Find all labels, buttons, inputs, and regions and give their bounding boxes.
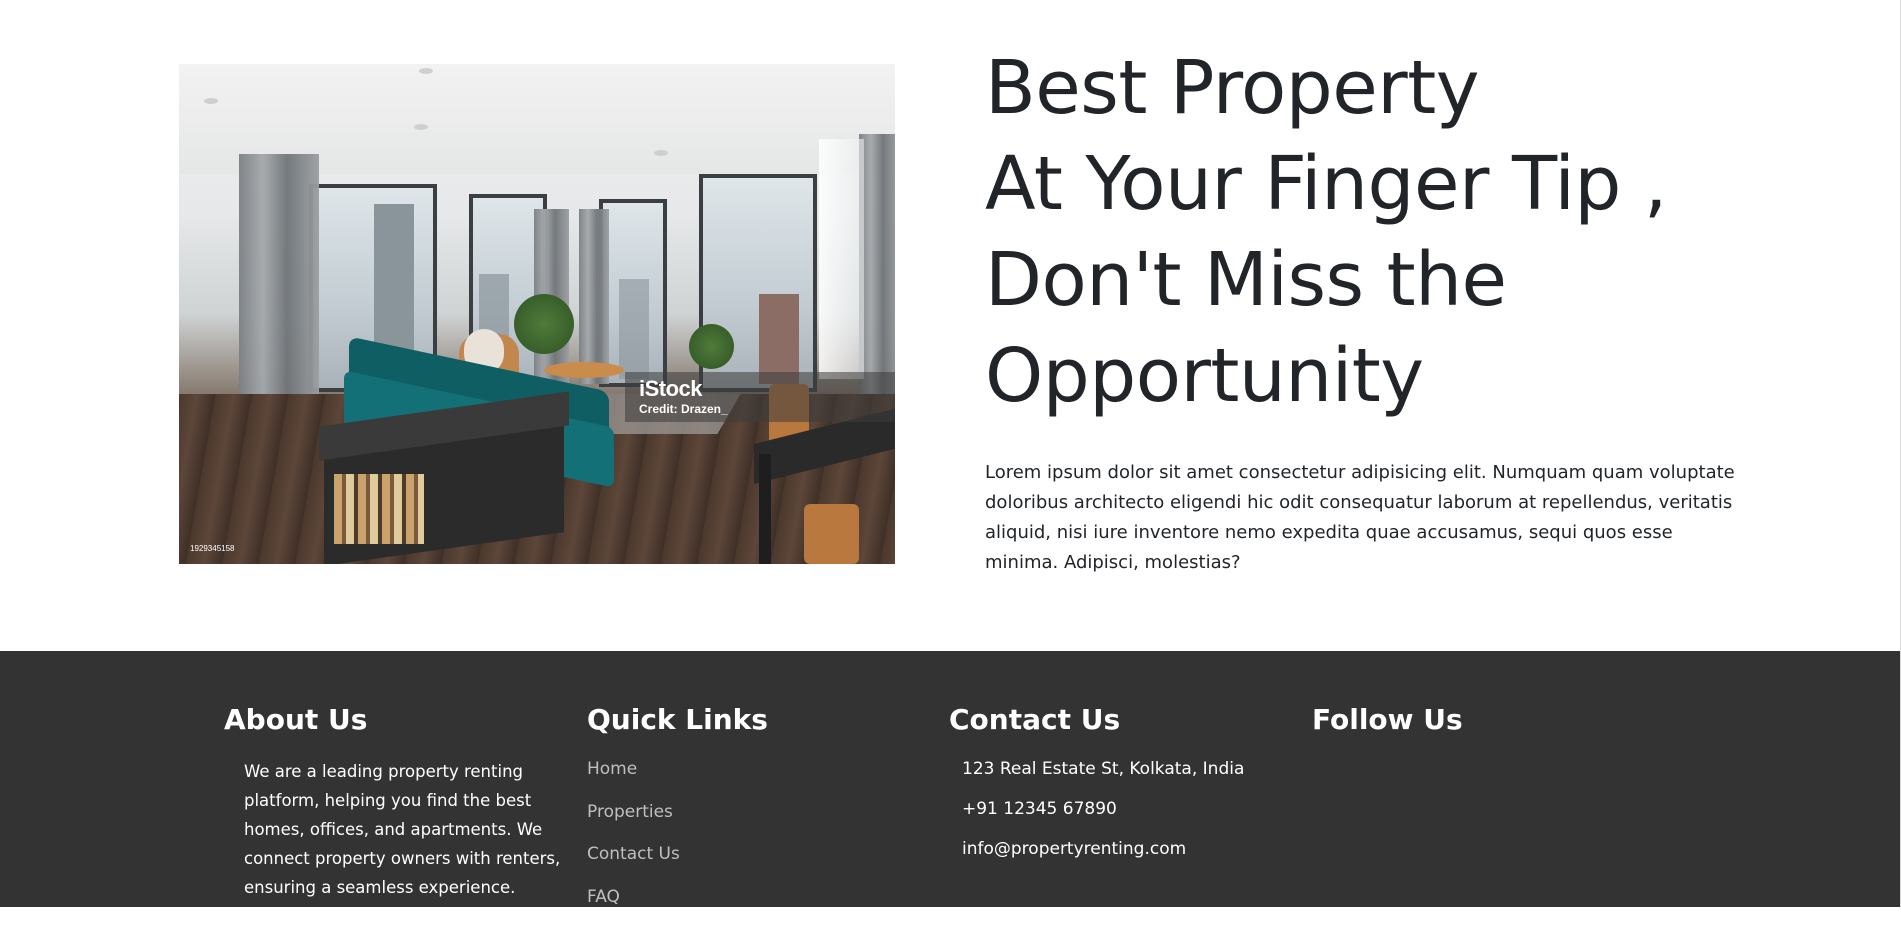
footer-about: About Us We are a leading property renti…	[224, 703, 584, 737]
footer-about-title: About Us	[224, 703, 584, 737]
footer-quick-links: Quick Links Home Properties Contact Us F…	[587, 703, 927, 737]
contact-phone: +91 12345 67890	[962, 799, 1244, 839]
footer-about-text: We are a leading property renting platfo…	[244, 757, 589, 902]
curtain	[239, 154, 319, 434]
ceiling-light	[654, 150, 668, 156]
city-building	[619, 279, 649, 379]
contact-address: 123 Real Estate St, Kolkata, India	[962, 759, 1244, 799]
image-id: 1929345158	[190, 544, 235, 553]
contact-email: info@propertyrenting.com	[962, 839, 1244, 879]
quick-link-properties[interactable]: Properties	[587, 802, 673, 822]
dining-chair	[804, 504, 859, 564]
quick-link-item: FAQ	[587, 887, 680, 929]
hero-heading-line: Don't Miss the	[985, 232, 1765, 328]
hero-heading: Best Property At Your Finger Tip , Don't…	[985, 40, 1765, 424]
coffee-table	[544, 362, 624, 378]
footer-follow-title: Follow Us	[1312, 703, 1652, 737]
quick-links-list: Home Properties Contact Us FAQ	[587, 759, 680, 929]
hero-property-image: iStock Credit: Drazen_ 1929345158	[179, 64, 895, 564]
site-footer: About Us We are a leading property renti…	[0, 651, 1900, 907]
quick-link-item: Home	[587, 759, 680, 802]
sheer-curtain	[819, 139, 864, 379]
quick-link-contact-us[interactable]: Contact Us	[587, 844, 680, 864]
quick-link-item: Contact Us	[587, 844, 680, 887]
istock-logo: iStock	[639, 376, 702, 402]
hero-heading-line: Opportunity	[985, 328, 1765, 424]
hero-heading-line: At Your Finger Tip ,	[985, 136, 1765, 232]
plant	[689, 324, 734, 369]
quick-link-home[interactable]: Home	[587, 759, 637, 779]
hero-description: Lorem ipsum dolor sit amet consectetur a…	[985, 458, 1740, 578]
curtain	[859, 134, 895, 394]
watermark-credit: Credit: Drazen_	[639, 402, 728, 416]
hero-heading-line: Best Property	[985, 40, 1765, 136]
ceiling-light	[414, 124, 428, 130]
contact-details: 123 Real Estate St, Kolkata, India +91 1…	[962, 759, 1244, 879]
footer-contact: Contact Us 123 Real Estate St, Kolkata, …	[949, 703, 1289, 737]
curtain	[579, 209, 609, 384]
quick-link-item: Properties	[587, 802, 680, 845]
ceiling-light	[204, 98, 218, 104]
quick-link-faq[interactable]: FAQ	[587, 887, 620, 907]
plant	[514, 294, 574, 354]
books	[334, 474, 424, 544]
footer-contact-title: Contact Us	[949, 703, 1289, 737]
footer-follow: Follow Us	[1312, 703, 1652, 737]
footer-quick-links-title: Quick Links	[587, 703, 927, 737]
city-building	[759, 294, 799, 384]
dining-table-leg	[759, 454, 771, 564]
ceiling-light	[419, 68, 433, 74]
